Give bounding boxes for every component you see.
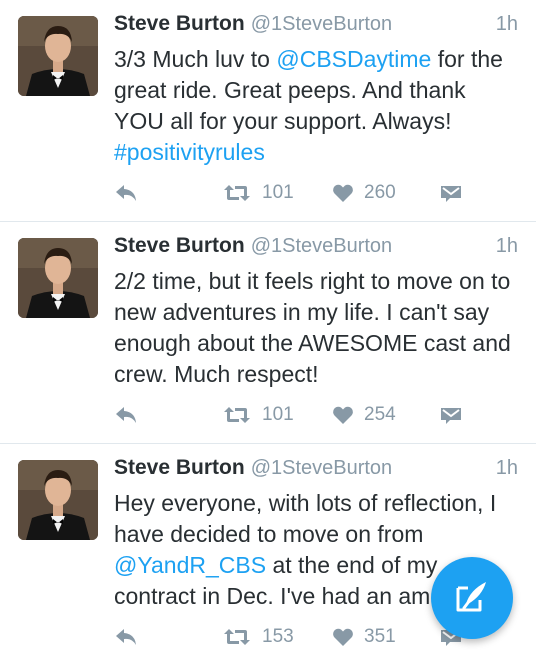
reply-button[interactable] (114, 400, 138, 430)
like-count: 351 (364, 626, 396, 647)
tweet[interactable]: Steve Burton @1SteveBurton 1h 3/3 Much lu… (0, 0, 536, 222)
direct-message-button[interactable] (440, 178, 462, 208)
retweet-icon (222, 627, 252, 647)
heart-icon (332, 183, 354, 203)
tweet-actions: 101 254 (114, 400, 524, 430)
heart-icon (332, 627, 354, 647)
compose-tweet-icon (454, 578, 490, 619)
author-handle[interactable]: @1SteveBurton (251, 13, 393, 35)
tweet-text-part: Hey everyone, with lots of reflection, I… (114, 490, 497, 547)
author-handle[interactable]: @1SteveBurton (251, 457, 393, 479)
tweet-header: Steve Burton @1SteveBurton 1h (114, 234, 518, 264)
tweet-text-part: 2/2 time, but it feels right to move on … (114, 268, 511, 387)
timestamp: 1h (495, 457, 518, 479)
timestamp: 1h (495, 235, 518, 257)
mention-link[interactable]: @YandR_CBS (114, 552, 266, 578)
avatar[interactable] (18, 460, 98, 540)
reply-icon (114, 405, 138, 425)
like-count: 260 (364, 182, 396, 203)
reply-icon (114, 627, 138, 647)
avatar[interactable] (18, 16, 98, 96)
hashtag-link[interactable]: #positivityrules (114, 139, 265, 165)
timestamp: 1h (495, 13, 518, 35)
compose-tweet-button[interactable] (431, 557, 513, 639)
tweet-header: Steve Burton @1SteveBurton 1h (114, 12, 518, 42)
tweet-actions: 101 260 (114, 178, 524, 208)
tweet[interactable]: Steve Burton @1SteveBurton 1h 2/2 time, b… (0, 222, 536, 444)
retweet-icon (222, 183, 252, 203)
retweet-count: 153 (262, 626, 294, 647)
retweet-button[interactable]: 101 (222, 178, 294, 208)
tweet-text-part: 3/3 Much luv to (114, 46, 277, 72)
heart-icon (332, 405, 354, 425)
retweet-button[interactable]: 153 (222, 622, 294, 652)
tweet-header: Steve Burton @1SteveBurton 1h (114, 456, 518, 486)
direct-message-button[interactable] (440, 400, 462, 430)
avatar[interactable] (18, 238, 98, 318)
like-count: 254 (364, 404, 396, 425)
author-handle[interactable]: @1SteveBurton (251, 235, 393, 257)
tweet-text: 2/2 time, but it feels right to move on … (114, 266, 516, 390)
tweet-text: 3/3 Much luv to @CBSDaytime for the grea… (114, 44, 516, 168)
reply-button[interactable] (114, 178, 138, 208)
retweet-button[interactable]: 101 (222, 400, 294, 430)
like-button[interactable]: 351 (332, 622, 396, 652)
reply-button[interactable] (114, 622, 138, 652)
retweet-count: 101 (262, 404, 294, 425)
author-name[interactable]: Steve Burton (114, 12, 245, 35)
reply-icon (114, 183, 138, 203)
mention-link[interactable]: @CBSDaytime (276, 46, 431, 72)
retweet-count: 101 (262, 182, 294, 203)
author-name[interactable]: Steve Burton (114, 234, 245, 257)
like-button[interactable]: 254 (332, 400, 396, 430)
direct-message-icon (440, 405, 462, 425)
retweet-icon (222, 405, 252, 425)
direct-message-icon (440, 183, 462, 203)
like-button[interactable]: 260 (332, 178, 396, 208)
author-name[interactable]: Steve Burton (114, 456, 245, 479)
